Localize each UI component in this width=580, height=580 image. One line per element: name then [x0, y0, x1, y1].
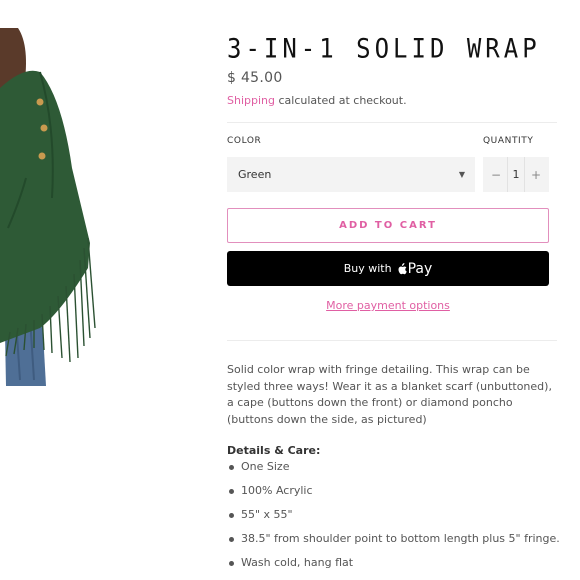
shipping-text: calculated at checkout. — [275, 94, 407, 107]
apple-logo-icon — [398, 262, 407, 274]
quantity-decrease-button[interactable]: − — [489, 168, 503, 182]
list-item: Wash cold, hang flat — [227, 555, 560, 579]
product-title: 3-IN-1 SOLID WRAP — [227, 33, 541, 65]
details-list: One Size 100% Acrylic 55" x 55" 38.5" fr… — [227, 459, 560, 579]
list-item: 38.5" from shoulder point to bottom leng… — [227, 531, 560, 555]
divider — [227, 122, 557, 123]
chevron-down-icon: ▼ — [458, 170, 465, 179]
color-select[interactable]: Green ▼ — [227, 157, 475, 192]
color-label: COLOR — [227, 136, 262, 146]
more-payment-options-link[interactable]: More payment options — [227, 299, 549, 312]
shipping-note: Shipping calculated at checkout. — [227, 94, 407, 107]
list-item: One Size — [227, 459, 560, 483]
product-description: Solid color wrap with fringe detailing. … — [227, 363, 552, 426]
list-item: 100% Acrylic — [227, 483, 560, 507]
shipping-link[interactable]: Shipping — [227, 94, 275, 107]
color-select-value: Green — [238, 168, 272, 181]
stepper-divider — [507, 157, 509, 192]
add-to-cart-button[interactable]: ADD TO CART — [227, 208, 549, 243]
quantity-label: QUANTITY — [483, 136, 534, 146]
stepper-divider — [523, 157, 525, 192]
list-item: 55" x 55" — [227, 507, 560, 531]
quantity-increase-button[interactable]: + — [529, 168, 543, 182]
quantity-stepper: − 1 + — [483, 157, 549, 192]
product-image[interactable] — [0, 28, 100, 388]
buy-with-apple-pay-button[interactable]: Buy with Pay — [227, 251, 549, 286]
divider — [227, 340, 557, 341]
buy-with-label: Buy with — [343, 262, 392, 275]
quantity-input[interactable]: 1 — [513, 168, 520, 181]
product-price: $ 45.00 — [227, 70, 283, 86]
details-heading: Details & Care: — [227, 444, 321, 457]
pay-label: Pay — [407, 260, 433, 277]
